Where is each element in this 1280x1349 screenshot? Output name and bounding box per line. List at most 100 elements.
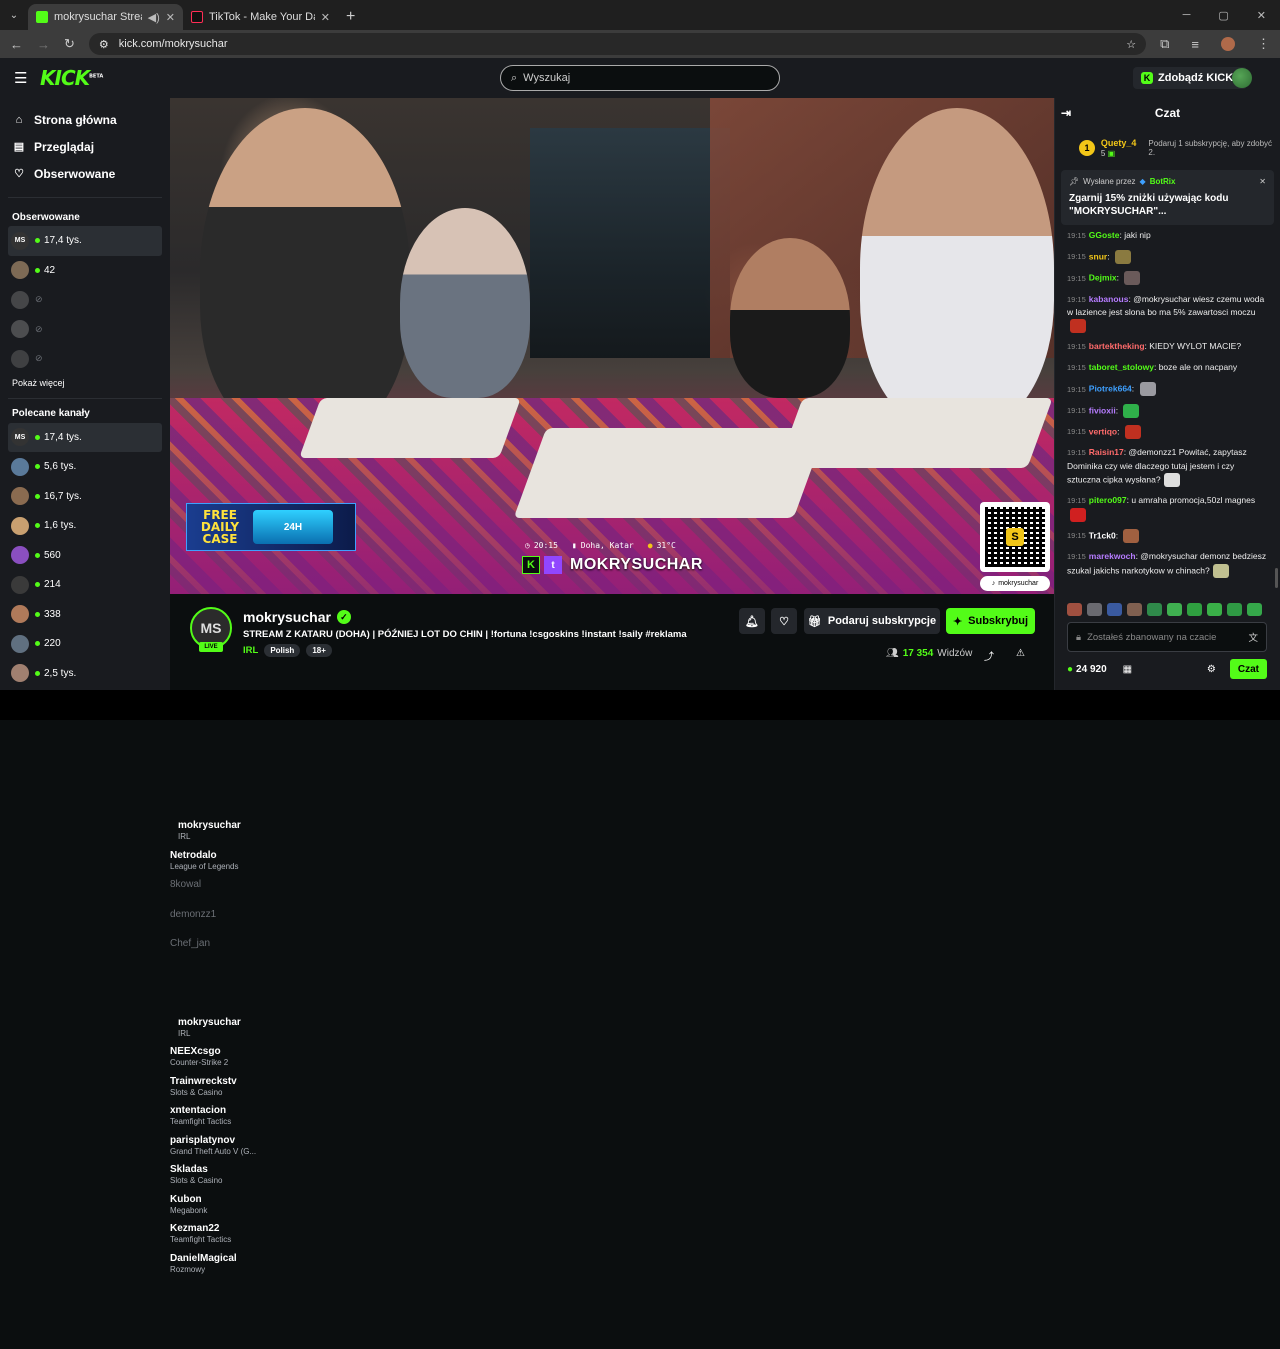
message-username[interactable]: vertiqo: [1089, 426, 1117, 436]
channel-item[interactable]: Kubon Megabonk 338: [0, 600, 1054, 1290]
browser-tab-tiktok[interactable]: TikTok - Make Your Day ✕: [183, 4, 338, 30]
settings-gear-icon[interactable]: ⚙: [1207, 664, 1216, 675]
emote-icon[interactable]: [1127, 603, 1142, 616]
emote-icon[interactable]: [1147, 603, 1162, 616]
nav-following[interactable]: ♡ Obserwowane: [0, 160, 170, 187]
gift-leaderboard[interactable]: 1 Quety_4 5 ▣ Podaruj 1 subskrypcję, aby …: [1055, 128, 1280, 168]
message-username[interactable]: Piotrek664: [1089, 384, 1132, 394]
minimize-icon[interactable]: ─: [1183, 9, 1191, 21]
message-username[interactable]: taboret_stolowy: [1089, 362, 1154, 372]
follow-heart-button[interactable]: ♡: [771, 608, 797, 634]
bookmark-star-icon[interactable]: ☆: [1126, 38, 1136, 51]
tab-search-icon[interactable]: ⌄: [0, 0, 28, 30]
message-username[interactable]: bartektheking: [1089, 341, 1145, 351]
user-avatar[interactable]: [1232, 68, 1252, 88]
channel-item[interactable]: Kezman22 Teamfight Tactics 220: [0, 629, 1054, 1319]
search-input[interactable]: ⌕ Wyszukaj: [500, 65, 780, 91]
store-icon[interactable]: ▦: [1123, 664, 1132, 675]
channel-item[interactable]: DanielMagical Rozmowy 2,5 tys.: [0, 659, 1054, 1349]
chat-message[interactable]: 19:15 GGoste: jaki nip: [1067, 229, 1268, 243]
message-username[interactable]: Raisin17: [1089, 447, 1124, 457]
channel-item[interactable]: MS mokrysuchar IRL 17,4 tys.: [8, 226, 1062, 916]
new-tab-button[interactable]: +: [338, 4, 363, 30]
forward-icon[interactable]: →: [37, 37, 50, 52]
close-tab-icon[interactable]: ✕: [321, 11, 330, 24]
chat-message[interactable]: 19:15 taboret_stolowy: boze ale on nacpan…: [1067, 361, 1268, 375]
maximize-icon[interactable]: ▢: [1218, 9, 1228, 22]
channel-item[interactable]: MS mokrysuchar IRL 17,4 tys.: [8, 422, 1062, 1113]
get-kicks-button[interactable]: K Zdobądź KICKs: [1133, 67, 1248, 89]
close-tab-icon[interactable]: ✕: [166, 11, 175, 24]
channel-item[interactable]: parisplatynov Grand Theft Auto V (G... 560: [0, 541, 1054, 1231]
channel-item[interactable]: xntentacion Teamfight Tactics 1,6 tys.: [0, 511, 1054, 1201]
channel-item[interactable]: demonzz1 ⊘: [0, 315, 1054, 1005]
channel-item[interactable]: NEEXcsgo Counter-Strike 2 5,6 tys.: [0, 452, 1054, 1142]
stream-category-link[interactable]: IRL: [243, 645, 258, 656]
unpin-icon[interactable]: ✕: [1259, 177, 1266, 186]
emote-icon[interactable]: [1207, 603, 1222, 616]
send-chat-button[interactable]: Czat: [1229, 659, 1267, 679]
channel-item[interactable]: Skladas Slots & Casino 214: [0, 570, 1054, 1260]
back-icon[interactable]: ←: [10, 37, 23, 52]
emote-icon[interactable]: [1107, 603, 1122, 616]
reload-icon[interactable]: ↻: [64, 36, 75, 52]
media-icon[interactable]: ≡: [1191, 37, 1199, 52]
audio-icon[interactable]: ◀): [148, 11, 160, 24]
video-player[interactable]: FREE DAILY CASE 24H ◷ 20:15 ▮ Doha, Katar …: [170, 98, 1054, 594]
chat-message[interactable]: 19:15 pitero097: u amraha promocja,50zl m…: [1067, 494, 1268, 522]
chat-scrollbar[interactable]: [1275, 568, 1278, 588]
hamburger-menu-icon[interactable]: ☰: [14, 69, 28, 87]
chat-message[interactable]: 19:15 Piotrek664:: [1067, 382, 1268, 397]
channel-item[interactable]: 8kowal ⊘: [0, 285, 1054, 975]
gift-subs-button[interactable]: 🎁︎ Podaruj subskrypcje: [804, 608, 940, 634]
emote-icon[interactable]: [1167, 603, 1182, 616]
chat-message[interactable]: 19:15 bartektheking: KIEDY WYLOT MACIE?: [1067, 340, 1268, 354]
pinned-message[interactable]: 📌︎ Wysłane przez ◆ BotRix ✕ Zgarnij 15% zniż…: [1061, 170, 1274, 225]
emote-icon[interactable]: [1247, 603, 1262, 616]
points-balance[interactable]: ● 24 920: [1067, 664, 1107, 675]
message-username[interactable]: fivioxii: [1089, 405, 1116, 415]
site-info-icon[interactable]: ⚙: [99, 38, 109, 51]
extensions-icon[interactable]: ⧉: [1160, 36, 1169, 52]
chat-message[interactable]: 19:15 fivioxii:: [1067, 403, 1268, 418]
show-more-link[interactable]: Pokaż więcej: [0, 374, 170, 392]
emote-icon[interactable]: [1067, 603, 1082, 616]
message-username[interactable]: Dejmix: [1089, 273, 1117, 283]
streamer-name[interactable]: mokrysuchar ✓: [243, 609, 351, 625]
emote-icon[interactable]: [1227, 603, 1242, 616]
chat-message[interactable]: 19:15 marekwoch: @mokrysuchar demonz bedz…: [1067, 550, 1268, 579]
menu-kebab-icon[interactable]: ⋮: [1257, 36, 1270, 52]
chat-message[interactable]: 19:15 Tr1ck0:: [1067, 529, 1268, 544]
channel-item[interactable]: Chef_jan ⊘: [0, 344, 1054, 1034]
chat-message[interactable]: 19:15 vertiqo:: [1067, 425, 1268, 440]
url-field[interactable]: ⚙ kick.com/mokrysuchar ☆: [88, 33, 1147, 55]
report-icon[interactable]: ⚠: [1016, 648, 1025, 659]
chat-message[interactable]: 19:15 snur:: [1067, 249, 1268, 264]
message-username[interactable]: kabanous: [1089, 294, 1129, 304]
close-window-icon[interactable]: ✕: [1257, 9, 1266, 22]
profile-avatar[interactable]: [1221, 37, 1235, 51]
message-username[interactable]: marekwoch: [1089, 551, 1136, 561]
kick-logo[interactable]: KICKBETA: [40, 66, 103, 90]
message-username[interactable]: snur: [1089, 251, 1107, 261]
nav-home[interactable]: ⌂ Strona główna: [0, 106, 170, 133]
share-icon[interactable]: ⤴: [984, 648, 994, 663]
browser-tab-kick[interactable]: mokrysuchar Stream - Watch... ◀) ✕: [28, 4, 183, 30]
message-username[interactable]: pitero097: [1089, 495, 1127, 505]
tag-language[interactable]: Polish: [264, 644, 301, 657]
chat-message[interactable]: 19:15 Dejmix:: [1067, 271, 1268, 286]
subscribe-button[interactable]: ✦ Subskrybuj: [946, 608, 1035, 634]
free-daily-case-ad[interactable]: FREE DAILY CASE 24H: [186, 503, 356, 551]
message-username[interactable]: GGoste: [1089, 230, 1120, 240]
channel-item[interactable]: Trainwreckstv Slots & Casino 16,7 tys.: [0, 482, 1054, 1172]
emote-icon[interactable]: [1087, 603, 1102, 616]
notification-bell-button[interactable]: 🔔︎: [739, 608, 765, 634]
chat-message[interactable]: 19:15 kabanous: @mokrysuchar wiesz czemu …: [1067, 293, 1268, 333]
chat-message[interactable]: 19:15 Raisin17: @demonzz1 Powitać, zapyta…: [1067, 446, 1268, 487]
collapse-chat-icon[interactable]: ⇥: [1061, 106, 1071, 120]
chat-input[interactable]: 🔒︎ Zostałeś zbanowany na czacie 文: [1067, 622, 1267, 652]
translate-icon[interactable]: 文: [1248, 630, 1258, 644]
tag-mature[interactable]: 18+: [306, 644, 332, 657]
channel-item[interactable]: Netrodalo League of Legends 42: [0, 256, 1054, 946]
emote-icon[interactable]: [1187, 603, 1202, 616]
